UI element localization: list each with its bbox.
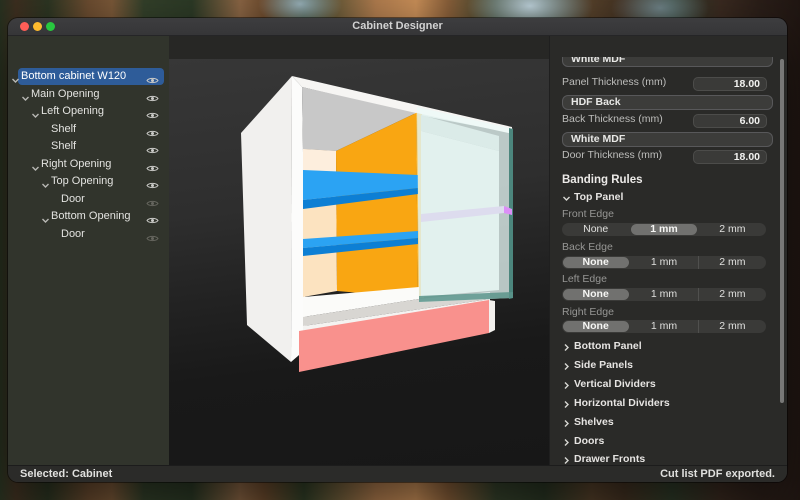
disclosure-chevron-down-icon[interactable]: [41, 177, 50, 186]
section-label: Top Panel: [574, 191, 623, 204]
tree-item-label: Bottom cabinet W120: [21, 68, 126, 85]
banding-rules-header: Banding Rules: [562, 173, 643, 187]
edge-label-left-edge: Left Edge: [562, 273, 607, 285]
visibility-eye-icon[interactable]: [146, 177, 159, 186]
segment-option-none[interactable]: None: [562, 223, 629, 236]
segment-option-2-mm[interactable]: 2 mm: [698, 256, 766, 269]
sidebar-item-door-7[interactable]: Door: [8, 191, 169, 208]
sidebar-item-right-opening-5[interactable]: Right Opening: [8, 156, 169, 173]
tree-item-label: Main Opening: [31, 86, 100, 103]
segment-option-1-mm[interactable]: 1 mm: [629, 256, 697, 269]
field-label-panel-thickness-mm-: Panel Thickness (mm): [562, 76, 666, 89]
tree-item-label: Left Opening: [41, 103, 104, 120]
field-label-back-thickness-mm-: Back Thickness (mm): [562, 113, 663, 126]
section-label: Shelves: [574, 416, 614, 429]
number-input-back-thickness-mm-[interactable]: 6.00: [693, 114, 767, 128]
visibility-eye-icon[interactable]: [146, 160, 159, 169]
object-tree-sidebar: Bottom cabinet W120Main OpeningLeft Open…: [8, 36, 170, 465]
number-input-panel-thickness-mm-[interactable]: 18.00: [693, 77, 767, 91]
segment-option-1-mm[interactable]: 1 mm: [629, 320, 697, 333]
segment-option-none[interactable]: None: [562, 288, 629, 301]
segment-option-2-mm[interactable]: 2 mm: [698, 320, 766, 333]
tree-item-label: Door: [61, 191, 85, 208]
titlebar[interactable]: Cabinet Designer: [8, 18, 787, 36]
window-title: Cabinet Designer: [8, 18, 787, 35]
section-drawer-fronts-collapsed[interactable]: Drawer Fronts: [562, 453, 773, 465]
material-dropdown-white-mdf[interactable]: White MDF: [562, 57, 773, 67]
material-dropdown-hdf-back[interactable]: HDF Back: [562, 95, 773, 110]
section-label: Vertical Dividers: [574, 378, 656, 391]
disclosure-chevron-down-icon[interactable]: [11, 72, 20, 81]
tree-item-label: Top Opening: [51, 173, 113, 190]
sidebar-item-left-opening-2[interactable]: Left Opening: [8, 103, 169, 120]
segmented-control-left-edge: None1 mm2 mm: [562, 288, 766, 301]
section-label: Side Panels: [574, 359, 633, 372]
tree-item-label: Right Opening: [41, 156, 111, 173]
visibility-eye-icon[interactable]: [146, 212, 159, 221]
inspector-scrollbar[interactable]: [780, 59, 784, 403]
status-export-text: Cut list PDF exported.: [660, 468, 775, 480]
section-shelves-collapsed[interactable]: Shelves: [562, 416, 773, 429]
viewport-column: [169, 36, 549, 465]
cabinet-3d-render: [169, 59, 549, 466]
segment-option-1-mm[interactable]: 1 mm: [629, 288, 697, 301]
tree-item-label: Shelf: [51, 121, 76, 138]
disclosure-chevron-down-icon[interactable]: [31, 107, 40, 116]
segment-option-1-mm[interactable]: 1 mm: [629, 223, 697, 236]
desktop-wallpaper: Cabinet Designer Bottom cabinet W120Main…: [0, 0, 800, 500]
edge-label-right-edge: Right Edge: [562, 306, 614, 318]
status-selection-text: Selected: Cabinet: [20, 468, 112, 480]
sidebar-item-door-9[interactable]: Door: [8, 226, 169, 243]
section-side-panels-collapsed[interactable]: Side Panels: [562, 359, 773, 372]
app-window: Cabinet Designer Bottom cabinet W120Main…: [8, 18, 787, 482]
sidebar-item-shelf-4[interactable]: Shelf: [8, 138, 169, 155]
segment-option-none[interactable]: None: [562, 320, 629, 333]
visibility-eye-icon[interactable]: [146, 195, 159, 204]
segmented-control-right-edge: None1 mm2 mm: [562, 320, 766, 333]
field-label-door-thickness-mm-: Door Thickness (mm): [562, 149, 662, 162]
tree-item-label: Door: [61, 226, 85, 243]
disclosure-chevron-down-icon[interactable]: [31, 160, 40, 169]
sidebar-item-bottom-opening-8[interactable]: Bottom Opening: [8, 208, 169, 225]
disclosure-chevron-down-icon[interactable]: [41, 212, 50, 221]
sidebar-item-bottom-cabinet-w120-0[interactable]: Bottom cabinet W120: [8, 68, 169, 85]
section-doors-collapsed[interactable]: Doors: [562, 435, 773, 448]
section-label: Bottom Panel: [574, 340, 642, 353]
sidebar-item-shelf-3[interactable]: Shelf: [8, 121, 169, 138]
segmented-control-front-edge: None1 mm2 mm: [562, 223, 766, 236]
3d-viewport[interactable]: [169, 59, 549, 465]
tree-item-label: Bottom Opening: [51, 208, 131, 225]
section-horizontal-dividers-collapsed[interactable]: Horizontal Dividers: [562, 397, 773, 410]
visibility-eye-icon[interactable]: [146, 72, 159, 81]
section-bottom-panel-collapsed[interactable]: Bottom Panel: [562, 340, 773, 353]
visibility-eye-icon[interactable]: [146, 142, 159, 151]
section-label: Doors: [574, 435, 604, 448]
section-label: Drawer Fronts: [574, 453, 645, 465]
visibility-eye-icon[interactable]: [146, 125, 159, 134]
section-top-panel-expanded[interactable]: Top Panel: [562, 191, 773, 204]
visibility-eye-icon[interactable]: [146, 107, 159, 116]
segment-option-none[interactable]: None: [562, 256, 629, 269]
visibility-eye-icon[interactable]: [146, 90, 159, 99]
disclosure-chevron-down-icon[interactable]: [21, 90, 30, 99]
sidebar-item-top-opening-6[interactable]: Top Opening: [8, 173, 169, 190]
segment-option-2-mm[interactable]: 2 mm: [698, 223, 766, 236]
status-bar: Selected: Cabinet Cut list PDF exported.: [8, 465, 787, 482]
inspector-panel: White MDF Panel Thickness (mm) 18.00 HDF Ba…: [549, 36, 787, 465]
viewport-toolbar-strip: [169, 36, 549, 59]
material-dropdown-white-mdf[interactable]: White MDF: [562, 132, 773, 147]
edge-label-front-edge: Front Edge: [562, 208, 614, 220]
tree-item-label: Shelf: [51, 138, 76, 155]
edge-label-back-edge: Back Edge: [562, 241, 613, 253]
visibility-eye-icon[interactable]: [146, 230, 159, 239]
number-input-door-thickness-mm-[interactable]: 18.00: [693, 150, 767, 164]
segmented-control-back-edge: None1 mm2 mm: [562, 256, 766, 269]
section-label: Horizontal Dividers: [574, 397, 670, 410]
segment-option-2-mm[interactable]: 2 mm: [698, 288, 766, 301]
sidebar-item-main-opening-1[interactable]: Main Opening: [8, 86, 169, 103]
section-vertical-dividers-collapsed[interactable]: Vertical Dividers: [562, 378, 773, 391]
